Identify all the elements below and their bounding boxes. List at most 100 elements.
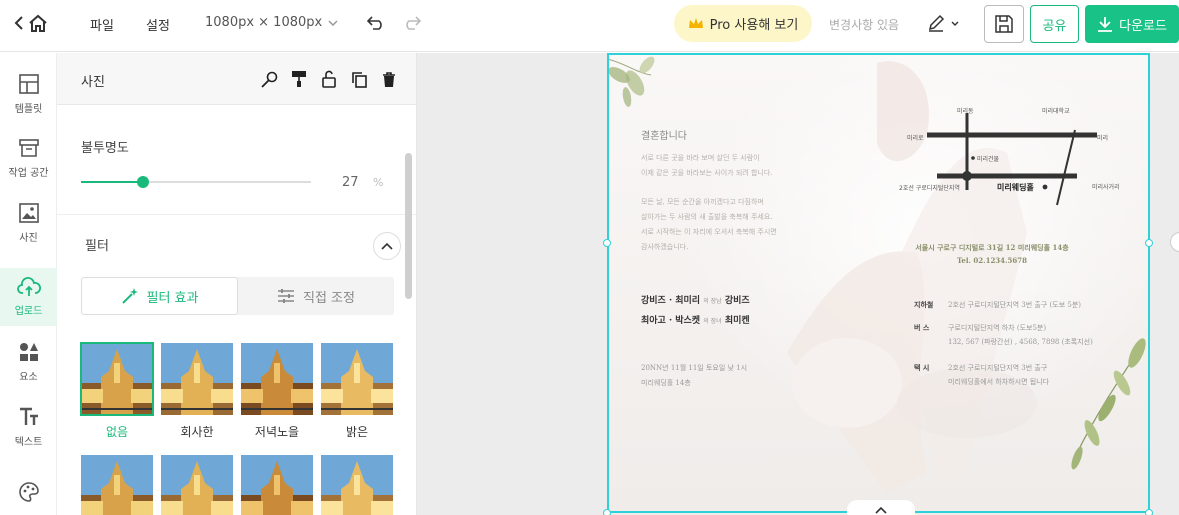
sidebar-label: 작업 공간 bbox=[8, 168, 49, 179]
transport-row: 버 스 구로디지털단지역 하차 (도보5분) 132, 567 (파랑간선) , 4… bbox=[914, 321, 1093, 349]
invitation-paragraph-line: 서로 다른 곳을 바라 보며 살던 두 사람이 bbox=[641, 154, 760, 162]
sidebar-label: 업로드 bbox=[14, 306, 43, 317]
transport-line: 구로디지털단지역 하차 (도보5분) bbox=[948, 324, 1047, 332]
panel-title: 사진 bbox=[81, 75, 105, 90]
invitation-paragraph-line: 살아가는 두 사람의 새 출발을 축복해 주세요. bbox=[641, 213, 773, 221]
pen-icon bbox=[928, 14, 945, 32]
tab-manual-adjust[interactable]: 직접 조정 bbox=[238, 277, 394, 315]
divider bbox=[57, 214, 416, 215]
download-icon bbox=[1098, 17, 1113, 32]
slider-handle[interactable] bbox=[137, 176, 150, 188]
invitation-heading: 결혼합니다 bbox=[641, 131, 687, 142]
magic-wand-icon bbox=[260, 71, 277, 88]
filter-preview-image bbox=[241, 343, 313, 415]
bride-line: 최아고 · 박스켓 의 장녀 최미켄 bbox=[641, 313, 750, 326]
transport-line: 2호선 구로디지털단지역 3번 출구 bbox=[948, 364, 1048, 372]
menu-file[interactable]: 파일 bbox=[90, 15, 114, 34]
magic-wand-icon bbox=[121, 288, 138, 304]
resize-handle-right[interactable] bbox=[1145, 239, 1153, 247]
delete-button[interactable] bbox=[380, 70, 398, 88]
undo-icon bbox=[366, 16, 382, 30]
download-button[interactable]: 다운로드 bbox=[1085, 5, 1179, 43]
design-artboard[interactable]: 결혼합니다 서로 다른 곳을 바라 보며 살던 두 사람이 이제 같은 곳을 바… bbox=[607, 53, 1149, 513]
invitation-paragraph-line: 모든 날, 모든 순간을 아끼겠다고 다짐하며 bbox=[641, 198, 764, 206]
sidebar-label: 사진 bbox=[19, 233, 38, 244]
filter-thumbnail[interactable] bbox=[81, 455, 153, 515]
groom-name: 강비즈 bbox=[724, 296, 750, 306]
resize-handle-bottom-right[interactable] bbox=[1145, 509, 1153, 515]
resize-handle-bottom-left[interactable] bbox=[603, 509, 611, 515]
transport-row: 지하철 2호선 구로디지털단지역 3번 출구 (도보 5분) bbox=[914, 298, 1081, 312]
text-icon bbox=[19, 407, 38, 425]
cloud-upload-icon bbox=[16, 277, 41, 296]
undo-button[interactable] bbox=[366, 15, 385, 35]
opacity-value[interactable]: 27 bbox=[342, 175, 359, 190]
changes-status: 변경사항 있음 bbox=[829, 18, 900, 32]
transport-line: 미리웨딩홀에서 하차하시면 됩니다 bbox=[948, 378, 1050, 386]
chevron-left-icon bbox=[14, 16, 23, 30]
filter-collapse-button[interactable] bbox=[373, 232, 401, 260]
sidebar-item-workspace[interactable]: 작업 공간 bbox=[0, 129, 57, 187]
duplicate-button[interactable] bbox=[350, 70, 368, 88]
groom-line: 강비즈 · 최미리 의 장남 강비즈 bbox=[641, 293, 750, 306]
chevron-down-icon bbox=[951, 21, 959, 26]
copy-icon bbox=[351, 71, 367, 88]
left-sidebar: 템플릿 작업 공간 사진 업로드 요소 텍스트 bbox=[0, 53, 57, 515]
sidebar-item-colors[interactable] bbox=[0, 463, 57, 515]
bride-relation: 의 장녀 bbox=[703, 318, 722, 325]
page-panel-toggle[interactable] bbox=[847, 500, 915, 515]
redo-icon bbox=[406, 16, 422, 30]
filter-caption: 회사한 bbox=[180, 425, 214, 439]
map-label: 미리동 bbox=[957, 108, 974, 115]
groom-relation: 의 장남 bbox=[703, 298, 722, 305]
sidebar-item-upload[interactable]: 업로드 bbox=[0, 268, 57, 326]
location-map bbox=[927, 113, 1097, 206]
canvas-area: 결혼합니다 서로 다른 곳을 바라 보며 살던 두 사람이 이제 같은 곳을 바… bbox=[417, 53, 1179, 515]
photo-properties-panel: 사진 불투명도 27 % 필터 필터 효과 직접 조정 없음 회사한 저녁노을 … bbox=[57, 53, 417, 515]
filter-thumbnail[interactable] bbox=[161, 343, 233, 415]
filter-thumbnail[interactable] bbox=[241, 343, 313, 415]
pro-trial-button[interactable]: Pro 사용해 보기 bbox=[674, 5, 812, 42]
bride-name: 최미켄 bbox=[724, 316, 750, 326]
palette-icon bbox=[18, 482, 39, 502]
crown-icon bbox=[688, 18, 703, 28]
panel-scrollbar[interactable] bbox=[405, 153, 412, 299]
resize-handle-left[interactable] bbox=[603, 239, 611, 247]
wedding-date: 20NN년 11월 11일 토요일 낮 1시 bbox=[641, 364, 748, 372]
magic-wand-button[interactable] bbox=[260, 70, 278, 88]
sidebar-item-text[interactable]: 텍스트 bbox=[0, 398, 57, 456]
menu-settings[interactable]: 설정 bbox=[146, 15, 170, 34]
style-paint-button[interactable] bbox=[290, 70, 308, 88]
shapes-icon bbox=[19, 343, 38, 361]
lock-button[interactable] bbox=[320, 70, 338, 88]
sidebar-item-photos[interactable]: 사진 bbox=[0, 194, 57, 252]
tab-filter-effects[interactable]: 필터 효과 bbox=[81, 277, 238, 315]
invitation-paragraph-line: 이제 같은 곳을 바라보는 사이가 되려 합니다. bbox=[641, 169, 773, 177]
filter-thumbnail[interactable] bbox=[241, 455, 313, 515]
map-label: 미리로 bbox=[907, 135, 924, 142]
transport-type: 지하철 bbox=[914, 300, 934, 309]
download-label: 다운로드 bbox=[1119, 18, 1167, 34]
save-button[interactable] bbox=[984, 5, 1024, 43]
invitation-paragraph-line: 감사하겠습니다. bbox=[641, 243, 689, 251]
trash-icon bbox=[383, 71, 395, 87]
redo-button[interactable] bbox=[403, 15, 422, 35]
draw-tool-dropdown[interactable] bbox=[927, 14, 959, 32]
paint-roller-icon bbox=[292, 71, 306, 87]
map-label: 2호선 구로디지털단지역 bbox=[899, 185, 960, 192]
filter-thumbnail[interactable] bbox=[80, 342, 154, 416]
sidebar-item-elements[interactable]: 요소 bbox=[0, 333, 57, 391]
sidebar-item-templates[interactable]: 템플릿 bbox=[0, 65, 57, 123]
filter-thumbnail[interactable] bbox=[321, 343, 393, 415]
share-button[interactable]: 공유 bbox=[1030, 5, 1079, 43]
canvas-size-dropdown[interactable]: 1080px × 1080px bbox=[205, 15, 338, 30]
transport-type: 택 시 bbox=[914, 363, 930, 372]
filter-thumbnail[interactable] bbox=[321, 455, 393, 515]
transport-line: 132, 567 (파랑간선) , 4568, 7898 (초록지선) bbox=[948, 338, 1093, 346]
opacity-label: 불투명도 bbox=[81, 141, 129, 156]
filter-thumbnail[interactable] bbox=[161, 455, 233, 515]
transport-type: 버 스 bbox=[914, 323, 930, 332]
opacity-slider[interactable] bbox=[81, 176, 311, 188]
venue-tel: Tel. 02.1234.5678 bbox=[957, 256, 1027, 265]
home-back-button[interactable] bbox=[14, 14, 48, 32]
